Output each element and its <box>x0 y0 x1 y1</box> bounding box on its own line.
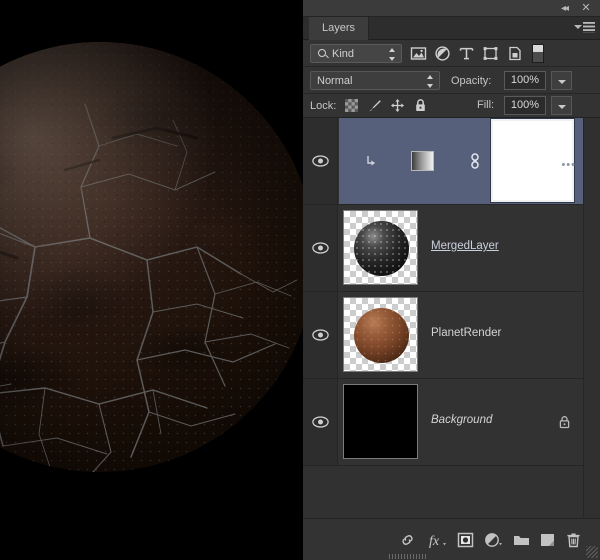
layer-row-body[interactable]: Background <box>339 379 583 465</box>
new-layer-button[interactable] <box>538 531 557 549</box>
layer-style-fx-button[interactable]: fx <box>428 531 447 549</box>
search-icon <box>318 49 326 57</box>
panel-resize-corner[interactable] <box>586 546 598 558</box>
document-canvas[interactable] <box>0 0 303 560</box>
link-mask-icon[interactable] <box>469 153 481 169</box>
planet-artwork <box>0 42 303 472</box>
chevron-updown-icon <box>389 48 396 61</box>
eye-icon <box>312 155 329 167</box>
type-layers-filter-icon[interactable] <box>458 45 475 62</box>
opacity-label: Opacity: <box>451 75 492 87</box>
menu-caret-icon <box>574 25 582 29</box>
layer-name-label[interactable]: Background <box>431 414 492 426</box>
filter-kind-dropdown[interactable]: Kind <box>310 44 402 63</box>
lock-row: Lock: Fill: 100% <box>303 94 600 118</box>
eye-icon <box>312 329 329 341</box>
fill-label: Fill: <box>477 99 495 111</box>
new-group-button[interactable] <box>512 531 531 549</box>
layer-name-input[interactable]: MergedLayer <box>431 240 499 252</box>
panel-tab-strip: Layers <box>303 17 600 40</box>
thumbnail-planet-dark <box>353 220 409 276</box>
layer-list[interactable]: ••• MergedLayer PlanetRender Background <box>303 118 583 518</box>
opacity-dropdown-arrow-icon[interactable] <box>551 71 572 90</box>
layer-row-body[interactable]: ••• <box>339 118 583 204</box>
thumbnail-planet-copper <box>353 307 409 363</box>
smart-object-filter-icon[interactable] <box>506 45 523 62</box>
blend-mode-row: Normal Opacity: 100% <box>303 67 600 94</box>
row-overflow-ellipsis: ••• <box>561 159 576 171</box>
shape-layers-filter-icon[interactable] <box>482 45 499 62</box>
lock-image-pixels-icon[interactable] <box>367 98 382 113</box>
fill-input[interactable]: 100% <box>504 96 546 115</box>
layer-name-label[interactable]: PlanetRender <box>431 327 501 339</box>
adjustment-layers-filter-icon[interactable] <box>434 45 451 62</box>
close-icon[interactable]: ✕ <box>578 2 594 15</box>
table-row[interactable]: PlanetRender <box>303 292 583 379</box>
photoshop-window: ◂◂ ✕ Layers Kind Normal Opacity: 100% Lo… <box>0 0 600 560</box>
layers-panel: ◂◂ ✕ Layers Kind Normal Opacity: 100% Lo… <box>303 0 600 560</box>
layer-row-body[interactable]: MergedLayer <box>339 205 583 291</box>
layer-visibility-toggle[interactable] <box>303 292 338 378</box>
panel-menu-icon[interactable] <box>574 21 596 36</box>
delete-layer-button[interactable] <box>564 531 583 549</box>
filter-kind-label: Kind <box>332 48 355 60</box>
tab-layers[interactable]: Layers <box>309 17 370 40</box>
chevron-updown-icon <box>427 75 434 88</box>
panel-resize-grip[interactable] <box>389 554 427 559</box>
layers-bottom-toolbar: fx <box>303 518 600 560</box>
layer-visibility-toggle[interactable] <box>303 379 338 465</box>
fill-dropdown-arrow-icon[interactable] <box>551 96 572 115</box>
table-row[interactable]: ••• <box>303 118 583 205</box>
link-layers-button[interactable] <box>398 531 417 549</box>
pixel-layers-filter-icon[interactable] <box>410 45 427 62</box>
filter-enable-toggle[interactable] <box>532 44 544 63</box>
lock-all-icon[interactable] <box>413 98 428 113</box>
panel-titlebar: ◂◂ ✕ <box>303 0 600 17</box>
layer-thumbnail[interactable] <box>343 384 418 459</box>
layer-visibility-toggle[interactable] <box>303 205 338 291</box>
collapse-to-icons-icon[interactable]: ◂◂ <box>556 2 572 15</box>
opacity-input[interactable]: 100% <box>504 71 546 90</box>
layer-row-body[interactable]: PlanetRender <box>339 292 583 378</box>
svg-text:fx: fx <box>429 534 440 549</box>
blend-mode-dropdown[interactable]: Normal <box>310 71 440 90</box>
thumbnail-solid-black <box>344 385 417 458</box>
eye-icon <box>312 416 329 428</box>
table-row[interactable]: Background <box>303 379 583 466</box>
eye-icon <box>312 242 329 254</box>
add-layer-mask-button[interactable] <box>456 531 475 549</box>
layer-thumbnail[interactable] <box>343 210 418 285</box>
blend-mode-value: Normal <box>317 75 353 87</box>
lock-transparency-icon[interactable] <box>344 98 359 113</box>
layer-thumbnail[interactable] <box>411 151 434 171</box>
layer-visibility-toggle[interactable] <box>303 118 338 204</box>
layer-list-scrollbar[interactable] <box>583 118 600 518</box>
new-adjustment-layer-button[interactable] <box>484 531 503 549</box>
layer-filter-row: Kind <box>303 40 600 67</box>
clipping-mask-arrow-icon <box>366 155 377 167</box>
lock-label: Lock: <box>310 100 337 112</box>
layer-locked-icon <box>558 415 571 429</box>
layer-thumbnail[interactable] <box>343 297 418 372</box>
menu-bars-icon <box>583 22 595 33</box>
lock-position-icon[interactable] <box>390 98 405 113</box>
table-row[interactable]: MergedLayer <box>303 205 583 292</box>
